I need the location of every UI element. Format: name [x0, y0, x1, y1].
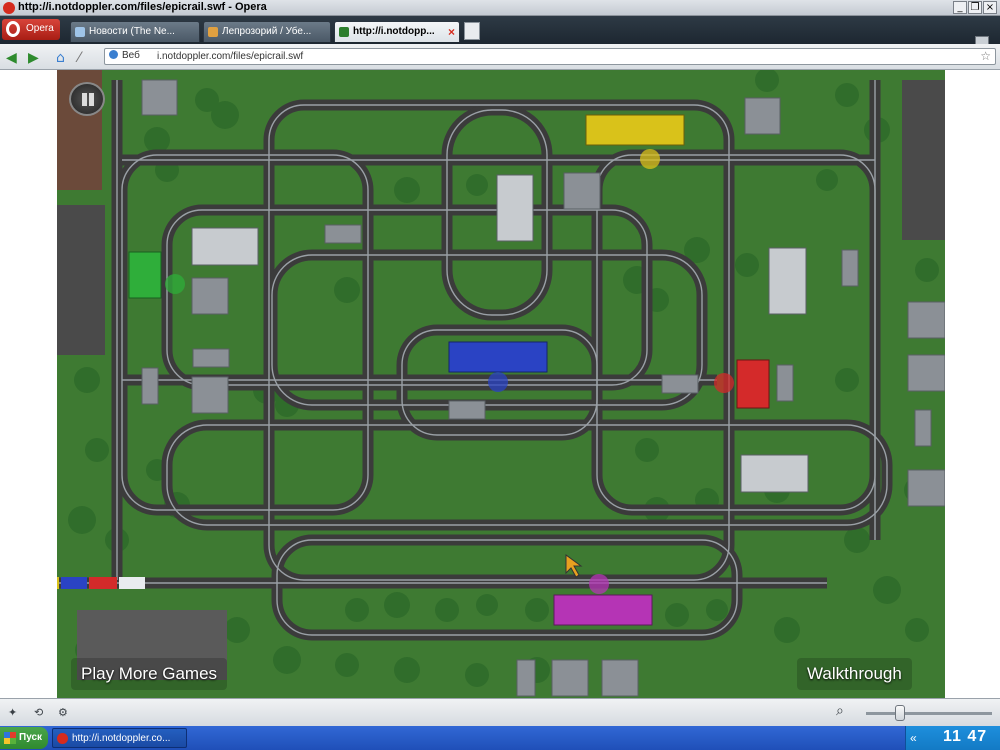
minimize-button[interactable]: _ [953, 1, 967, 14]
home-icon[interactable]: ⌂ [56, 50, 65, 66]
tab-label: Новости (The Ne... [89, 26, 175, 37]
zoom-slider-handle[interactable] [895, 705, 905, 721]
opera-menu-label: Opera [26, 23, 54, 34]
window-title: http://i.notdoppler.com/files/epicrail.s… [18, 1, 267, 13]
settings-icon[interactable]: ⚙ [58, 706, 72, 719]
train[interactable] [57, 577, 145, 589]
taskbar: Пуск http://i.notdoppler.co... « 11 47 [0, 726, 1000, 750]
close-button[interactable]: × [983, 1, 997, 14]
url-text[interactable]: i.notdoppler.com/files/epicrail.swf [157, 51, 303, 62]
tab-bar: Opera Новости (The Ne... Лепрозорий / Уб… [0, 16, 1000, 54]
opera-icon [57, 733, 68, 744]
status-bar: ✦ ⟲ ⚙ ⌕ [0, 698, 1000, 726]
close-tab-icon[interactable]: × [448, 25, 455, 39]
system-tray: « 11 47 [905, 726, 1000, 750]
address-field[interactable]: Веб i.notdoppler.com/files/epicrail.swf … [104, 48, 996, 65]
edit-icon[interactable]: ⁄ [78, 50, 80, 66]
back-icon[interactable]: ◀ [6, 50, 17, 66]
restore-button[interactable]: ❐ [968, 1, 982, 14]
title-bar: http://i.notdoppler.com/files/epicrail.s… [0, 0, 1000, 16]
turbo-icon[interactable]: ⟲ [34, 706, 48, 719]
game-canvas[interactable]: Play More Games Walkthrough [57, 70, 945, 698]
opera-icon [3, 2, 15, 14]
tab-label: http://i.notdopp... [353, 26, 435, 37]
tab-favicon-icon [75, 27, 85, 37]
zoom-icon[interactable]: ⌕ [836, 703, 850, 719]
tray-expand-icon[interactable]: « [910, 731, 917, 745]
zoom-slider[interactable] [866, 712, 992, 715]
opera-logo-icon [6, 21, 20, 37]
forward-icon[interactable]: ▶ [28, 50, 39, 66]
tab-news[interactable]: Новости (The Ne... [70, 21, 200, 42]
opera-menu-button[interactable]: Opera [2, 19, 60, 40]
rail-map[interactable] [57, 70, 945, 698]
play-more-games-button[interactable]: Play More Games [71, 658, 228, 690]
start-label: Пуск [19, 732, 43, 743]
address-toolbar: ◀ ▶ ⌂ ⁄ Веб i.notdoppler.com/files/epicr… [0, 44, 1000, 70]
tab-label: Лепрозорий / Убе... [222, 26, 312, 37]
tab-favicon-icon [208, 27, 218, 37]
bookmark-star-icon[interactable]: ☆ [980, 49, 991, 63]
walkthrough-button[interactable]: Walkthrough [797, 658, 912, 690]
start-button[interactable]: Пуск [0, 727, 48, 749]
taskbar-item-opera[interactable]: http://i.notdoppler.co... [52, 728, 187, 748]
clock: 11 47 [943, 728, 988, 745]
tab-favicon-icon [339, 27, 349, 37]
windows-logo-icon [4, 732, 16, 744]
taskbar-item-label: http://i.notdoppler.co... [72, 733, 171, 744]
tab-leprosorium[interactable]: Лепрозорий / Убе... [203, 21, 331, 42]
tab-epicrail[interactable]: http://i.notdopp... × [334, 21, 460, 42]
panel-toggle-icon[interactable]: ✦ [8, 706, 22, 719]
new-tab-button[interactable] [464, 22, 480, 40]
pause-button[interactable] [69, 82, 105, 116]
search-engine-label[interactable]: Веб [109, 50, 140, 61]
